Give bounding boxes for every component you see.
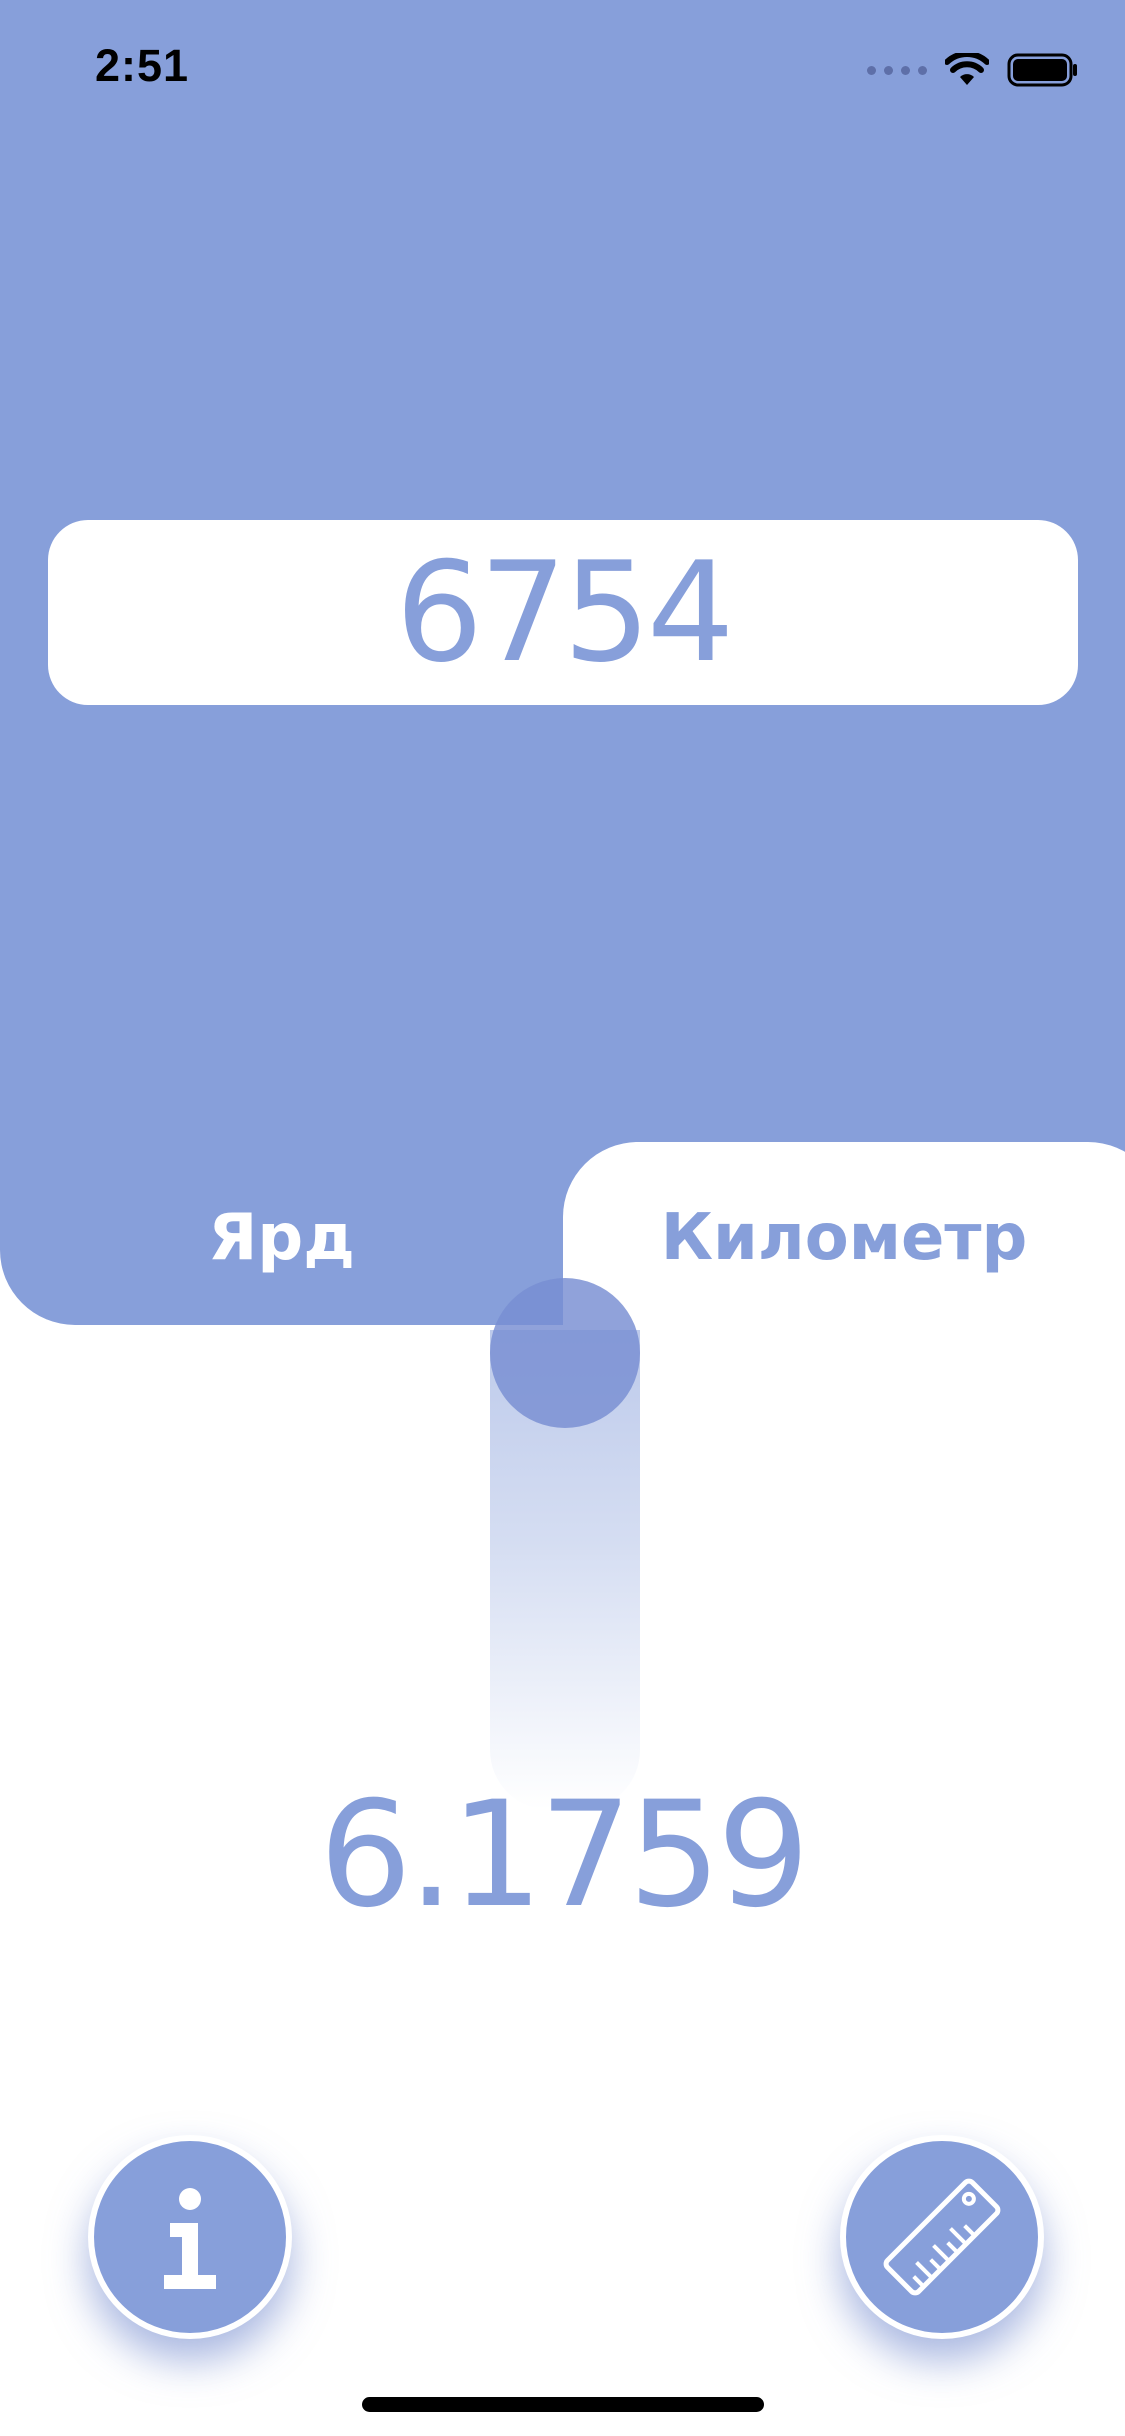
ruler-icon [883, 2178, 1001, 2296]
from-unit-label: Ярд [208, 1200, 355, 1275]
wifi-icon [945, 53, 989, 85]
cellular-signal-icon [867, 65, 927, 75]
units-button[interactable] [840, 2135, 1044, 2339]
status-time: 2:51 [95, 40, 190, 91]
to-unit-label: Километр [660, 1200, 1028, 1275]
swap-slider-knob[interactable] [490, 1278, 640, 1428]
info-button[interactable] [88, 2135, 292, 2339]
info-icon [164, 2188, 216, 2289]
to-unit-tab-label-area[interactable]: Километр [563, 1150, 1125, 1325]
battery-icon [1007, 53, 1077, 87]
input-value-text: 6754 [395, 532, 734, 693]
result-value: 6.1759 [319, 1770, 810, 1940]
status-icons [867, 50, 1079, 90]
value-input[interactable]: 6754 [48, 520, 1078, 705]
from-unit-tab[interactable]: Ярд [0, 1150, 563, 1325]
home-indicator[interactable] [362, 2397, 764, 2412]
